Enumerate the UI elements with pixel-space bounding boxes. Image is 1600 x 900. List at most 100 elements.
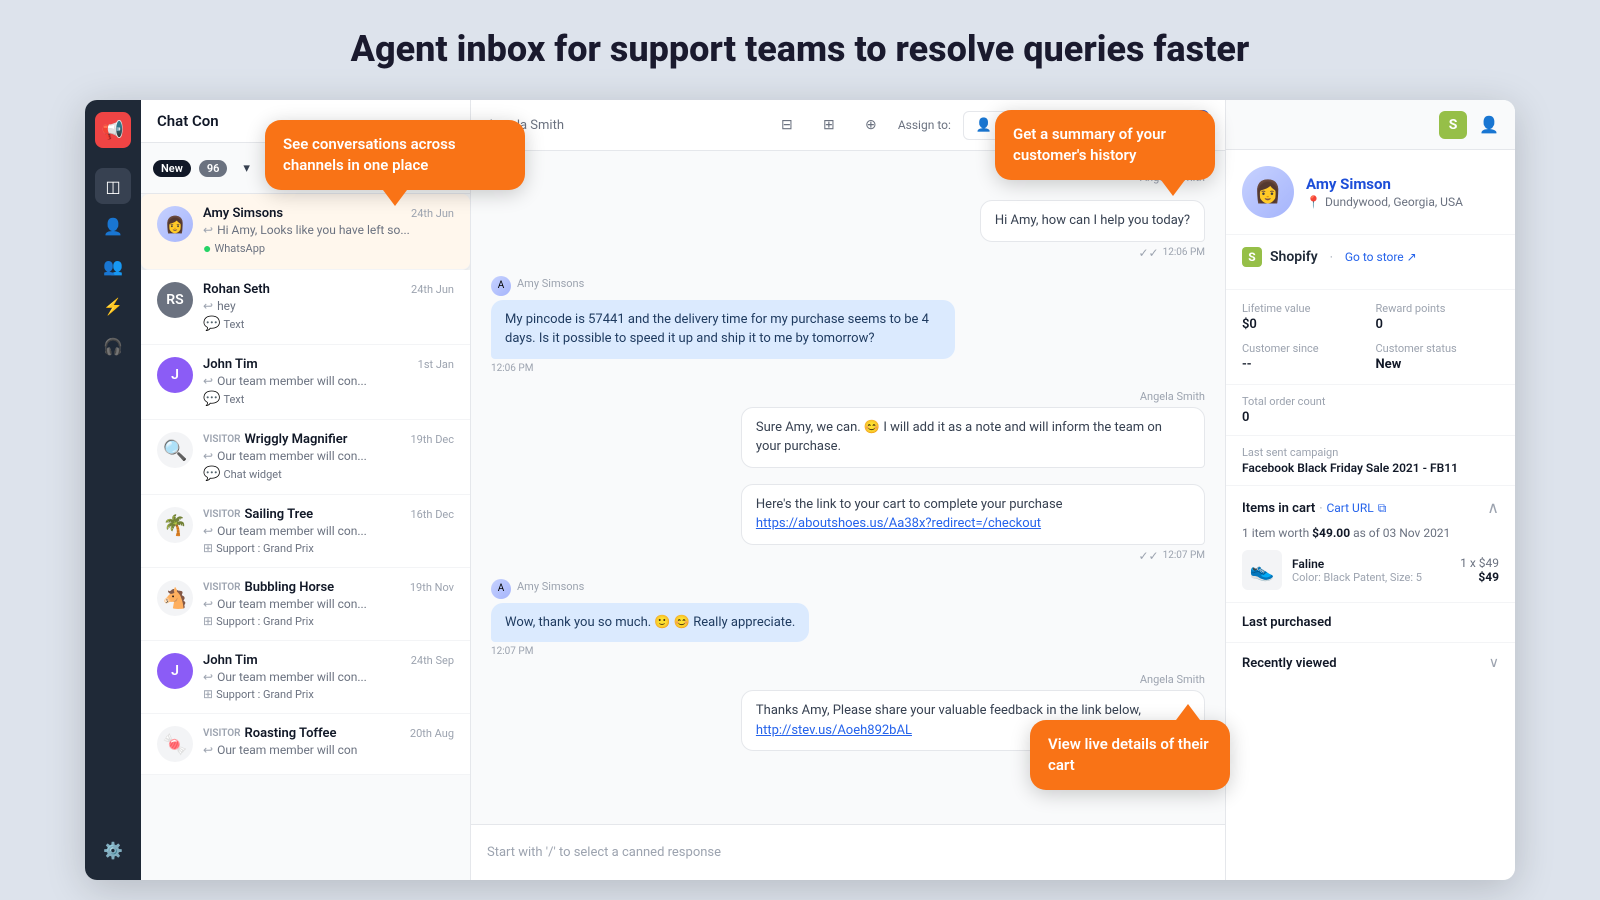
chat-item-date: 24th Sep	[411, 654, 454, 667]
chat-item[interactable]: J John Tim 24th Sep ↩ Our team member wi…	[141, 641, 470, 714]
sender-avatar: A	[491, 579, 511, 599]
chat-item[interactable]: 🌴 VISITOR Sailing Tree 16th Dec ↩ Our te…	[141, 495, 470, 568]
cart-url-btn[interactable]: Cart URL ⧉	[1326, 501, 1386, 516]
go-to-store-link[interactable]: Go to store ↗	[1345, 250, 1417, 264]
support-icon: ⊞	[203, 541, 213, 555]
app-container: See conversations across channels in one…	[85, 100, 1515, 880]
new-badge: New	[153, 160, 191, 177]
last-purchased-section: Last purchased	[1226, 603, 1515, 643]
icon-btn-1[interactable]: ⊟	[772, 110, 802, 140]
new-count-badge: 96	[199, 160, 228, 177]
cart-url-label: Cart URL	[1326, 501, 1373, 515]
chat-item-preview: ↩ Our team member will con...	[203, 670, 454, 684]
chat-item[interactable]: J John Tim 1st Jan ↩ Our team member wil…	[141, 345, 470, 420]
tooltip-cart: View live details of their cart	[1030, 720, 1230, 790]
chat-item[interactable]: 🐴 VISITOR Bubbling Horse 19th Nov ↩ Our …	[141, 568, 470, 641]
campaign-value: Facebook Black Friday Sale 2021 - FB11	[1242, 461, 1499, 475]
chat-item-date: 19th Dec	[410, 433, 454, 446]
stat-reward-points: Reward points 0	[1376, 302, 1500, 332]
chat-widget-icon: 💬	[203, 466, 220, 482]
sidebar-item-gear[interactable]: ⚙️	[95, 832, 131, 868]
avatar: 🔍	[157, 432, 193, 468]
checkmark-icon: ✓✓	[1138, 549, 1158, 563]
chat-item[interactable]: RS Rohan Seth 24th Jun ↩ hey 💬 Text	[141, 270, 470, 345]
customer-location: 📍 Dundywood, Georgia, USA	[1306, 195, 1463, 209]
chat-item[interactable]: 👩 Amy Simsons 24th Jun ↩ Hi Amy, Looks l…	[141, 194, 470, 270]
chat-item-content: VISITOR Roasting Toffee 20th Aug ↩ Our t…	[203, 726, 454, 757]
chat-item-content: John Tim 24th Sep ↩ Our team member will…	[203, 653, 454, 701]
avatar: 🐴	[157, 580, 193, 616]
chat-item-date: 24th Jun	[411, 283, 454, 296]
chat-item-preview: ↩ Our team member will con...	[203, 597, 454, 611]
chat-input-area: Start with '/' to select a canned respon…	[471, 824, 1225, 880]
sidebar: 📢 ◫ 👤 👥 ⚡ 🎧 ⚙️	[85, 100, 141, 880]
tooltip-summary: Get a summary of your customer's history	[995, 110, 1215, 180]
cart-header: Items in cart · Cart URL ⧉ ∧	[1242, 498, 1499, 518]
support-icon: ⊞	[203, 687, 213, 701]
whatsapp-icon: ●	[203, 240, 211, 257]
chat-item-preview: ↩ Our team member will con	[203, 743, 454, 757]
chevron-down-icon[interactable]: ∨	[1489, 655, 1499, 671]
chat-item-preview: ↩ Our team member will con...	[203, 374, 454, 388]
shopify-icon: S	[1439, 111, 1467, 139]
msg-sender: Amy Simsons	[517, 580, 584, 593]
chat-item-name: John Tim	[203, 357, 258, 372]
shopify-section: S Shopify · Go to store ↗	[1226, 235, 1515, 290]
feedback-link[interactable]: http://stev.us/Aoeh892bAL	[756, 723, 912, 738]
chat-item-content: John Tim 1st Jan ↩ Our team member will …	[203, 357, 454, 407]
sidebar-item-layout[interactable]: ◫	[95, 168, 131, 204]
stat-label: Lifetime value	[1242, 302, 1366, 315]
sidebar-item-users[interactable]: 👥	[95, 248, 131, 284]
section-header: Recently viewed ∨	[1242, 655, 1499, 671]
sidebar-item-lightning[interactable]: ⚡	[95, 288, 131, 324]
chat-input-placeholder[interactable]: Start with '/' to select a canned respon…	[487, 837, 1209, 868]
new-dropdown[interactable]: ▾	[235, 157, 258, 180]
support-icon: ⊞	[203, 614, 213, 628]
tooltip-conversations: See conversations across channels in one…	[265, 120, 525, 190]
cart-link[interactable]: https://aboutshoes.us/Aa38x?redirect=/ch…	[756, 516, 1041, 531]
chat-item-preview: ↩ Our team member will con...	[203, 449, 454, 463]
avatar: 👩	[157, 206, 193, 242]
msg-bubble: Hi Amy, how can I help you today?	[980, 200, 1205, 242]
chat-item[interactable]: 🍬 VISITOR Roasting Toffee 20th Aug ↩ Our…	[141, 714, 470, 775]
customer-header: 👩 Amy Simson 📍 Dundywood, Georgia, USA	[1226, 150, 1515, 235]
msg-group-incoming-2: A Amy Simsons Wow, thank you so much. 🙂 …	[491, 579, 1205, 658]
cart-thumb: 👟	[1242, 550, 1282, 590]
icon-btn-3[interactable]: ⊕	[856, 110, 886, 140]
customer-panel: S 👤 👩 Amy Simson 📍 Dundywood, Georgia, U…	[1225, 100, 1515, 880]
chat-item-name: Sailing Tree	[244, 507, 313, 522]
avatar: 🍬	[157, 726, 193, 762]
stat-lifetime-value: Lifetime value $0	[1242, 302, 1366, 332]
chat-item[interactable]: 🔍 VISITOR Wriggly Magnifier 19th Dec ↩ O…	[141, 420, 470, 495]
avatar: J	[157, 653, 193, 689]
stat-customer-since: Customer since --	[1242, 342, 1366, 372]
location-icon: 📍	[1306, 195, 1321, 209]
msg-group-incoming-1: A Amy Simsons My pincode is 57441 and th…	[491, 276, 1205, 374]
chat-item-preview: ↩ Hi Amy, Looks like you have left so...	[203, 223, 454, 237]
chat-item-date: 19th Nov	[410, 581, 454, 594]
copy-icon[interactable]: ⧉	[1378, 501, 1387, 516]
user-panel-icon: 👤	[1475, 111, 1503, 139]
total-label: Total order count	[1242, 395, 1499, 408]
msg-sender: Amy Simsons	[517, 277, 584, 290]
msg-group-outgoing-1: Hi Amy, how can I help you today? ✓✓ 12:…	[491, 200, 1205, 260]
sidebar-item-user[interactable]: 👤	[95, 208, 131, 244]
channel-tag: ⊞ Support : Grand Prix	[203, 541, 454, 555]
checkmark-icon: ✓✓	[1138, 246, 1158, 260]
stat-value: --	[1242, 357, 1366, 372]
sidebar-logo: 📢	[95, 112, 131, 148]
section-header: Last purchased	[1242, 615, 1499, 630]
avatar: J	[157, 357, 193, 393]
cart-section: Items in cart · Cart URL ⧉ ∧ 1 item wort…	[1226, 486, 1515, 603]
msg-group-outgoing-3: Here's the link to your cart to complete…	[491, 484, 1205, 563]
cart-chevron-btn[interactable]: ∧	[1487, 498, 1499, 518]
last-purchased-label: Last purchased	[1242, 615, 1331, 630]
icon-btn-2[interactable]: ⊞	[814, 110, 844, 140]
msg-time: 12:07 PM	[1163, 550, 1205, 561]
customer-avatar-img: 👩	[1242, 166, 1294, 218]
chat-item-date: 24th Jun	[411, 207, 454, 220]
chat-item-content: Rohan Seth 24th Jun ↩ hey 💬 Text	[203, 282, 454, 332]
chat-item-content: VISITOR Bubbling Horse 19th Nov ↩ Our te…	[203, 580, 454, 628]
sidebar-item-headset[interactable]: 🎧	[95, 328, 131, 364]
stat-value: New	[1376, 357, 1500, 372]
